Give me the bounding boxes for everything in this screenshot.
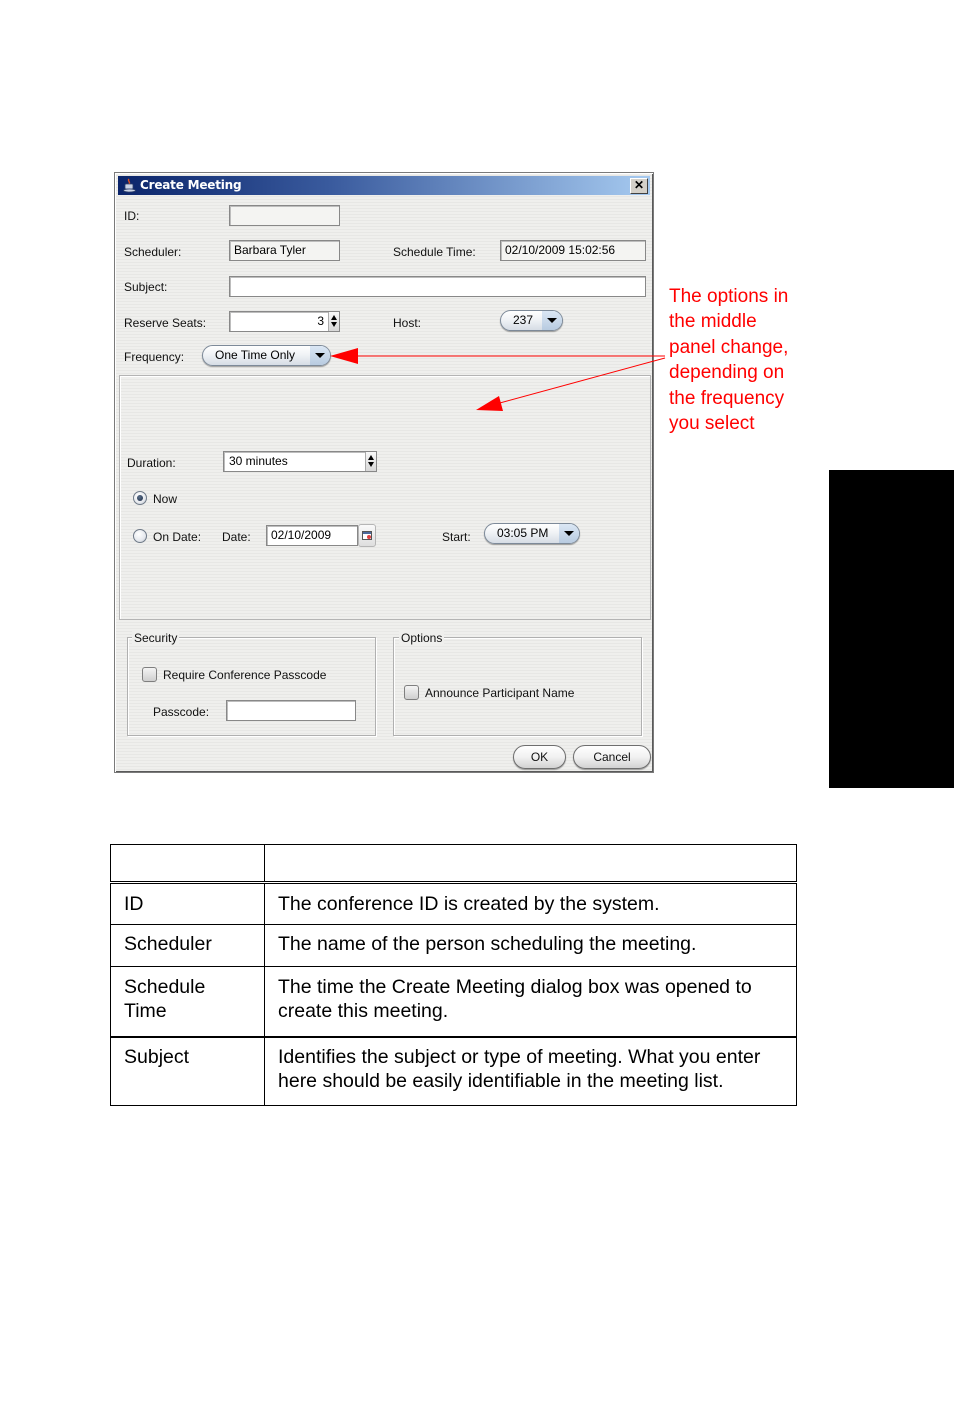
annotation-note: The options in the middle panel change, … (669, 284, 819, 436)
dialog-title: Create Meeting (140, 178, 242, 192)
host-value: 237 (513, 313, 534, 327)
reserve-seats-value: 3 (317, 314, 324, 328)
java-cup-icon (123, 178, 136, 193)
on-date-label: On Date: (153, 530, 202, 544)
annotation-line: The options in (669, 286, 789, 307)
dialog-titlebar[interactable]: Create Meeting ✕ (118, 176, 650, 195)
on-date-radio[interactable] (133, 529, 147, 543)
chevron-down-icon (547, 318, 557, 323)
table-row: ID The conference ID is created by the s… (110, 882, 797, 925)
table-cell-description: The conference ID is created by the syst… (264, 882, 797, 925)
spin-down-icon[interactable] (368, 462, 374, 467)
start-arrow-area (559, 524, 579, 543)
scheduler-label: Scheduler: (124, 245, 182, 259)
annotation-line: the frequency (669, 387, 785, 409)
cancel-button[interactable]: Cancel (573, 745, 651, 769)
spin-up-icon[interactable] (368, 455, 374, 460)
host-arrow-area (542, 311, 562, 330)
table-cell-description: Identifies the subject or type of meetin… (264, 1035, 797, 1106)
frequency-value: One Time Only (215, 348, 296, 362)
field-description-table: ID The conference ID is created by the s… (110, 844, 797, 1106)
subject-input[interactable] (229, 276, 646, 297)
frequency-options-panel: Duration: 30 minutes Now On Date: Date: … (119, 375, 651, 620)
require-passcode-checkbox[interactable] (142, 667, 157, 682)
scheduler-field: Barbara Tyler (229, 240, 340, 261)
duration-stepper[interactable] (365, 452, 376, 471)
announce-name-label: Announce Participant Name (425, 686, 575, 700)
spin-down-icon[interactable] (331, 322, 337, 327)
schedule-time-field: 02/10/2009 15:02:56 (500, 240, 646, 261)
id-label: ID: (124, 209, 140, 223)
chevron-down-icon (315, 353, 325, 358)
reserve-seats-label: Reserve Seats: (124, 316, 207, 330)
host-dropdown[interactable]: 237 (500, 310, 563, 331)
spin-up-icon[interactable] (331, 315, 337, 320)
id-field (229, 205, 340, 226)
schedule-time-label: Schedule Time: (393, 245, 476, 259)
require-passcode-label: Require Conference Passcode (163, 668, 327, 682)
start-time-value: 03:05 PM (497, 526, 549, 540)
now-radio[interactable] (133, 491, 147, 505)
table-cell-field: Schedule Time (110, 966, 265, 1037)
duration-label: Duration: (127, 456, 176, 470)
annotation-line: panel change, (669, 336, 789, 358)
date-input[interactable]: 02/10/2009 (266, 525, 358, 546)
close-button[interactable]: ✕ (630, 178, 648, 194)
passcode-input[interactable] (226, 700, 356, 721)
chevron-down-icon (564, 531, 574, 536)
start-time-dropdown[interactable]: 03:05 PM (484, 523, 580, 544)
calendar-icon (362, 531, 372, 540)
security-group-title: Security (132, 631, 180, 645)
subject-label: Subject: (124, 280, 168, 294)
create-meeting-dialog: Create Meeting ✕ ID: Scheduler: Barbara … (114, 172, 654, 773)
table-row: Subject Identifies the subject or type o… (110, 1035, 797, 1106)
security-group (127, 637, 376, 736)
table-row: Schedule Time The time the Create Meetin… (110, 966, 797, 1037)
frequency-dropdown[interactable]: One Time Only (202, 345, 331, 366)
table-cell-description: The name of the person scheduling the me… (264, 924, 797, 967)
passcode-label: Passcode: (153, 705, 210, 719)
duration-spinner[interactable]: 30 minutes (223, 451, 377, 472)
now-label: Now (153, 492, 178, 506)
close-icon: ✕ (633, 178, 645, 192)
duration-value: 30 minutes (229, 454, 288, 468)
host-label: Host: (393, 316, 422, 330)
table-cell-field: ID (110, 882, 265, 925)
calendar-button[interactable] (358, 524, 376, 547)
reserve-seats-stepper[interactable] (328, 312, 339, 331)
table-header-cell (110, 844, 265, 884)
table-cell-field: Scheduler (110, 924, 265, 967)
announce-name-checkbox[interactable] (404, 685, 419, 700)
options-group-title: Options (399, 631, 445, 645)
table-cell-description: The time the Create Meeting dialog box w… (264, 966, 797, 1037)
table-row: Scheduler The name of the person schedul… (110, 924, 797, 967)
frequency-label: Frequency: (124, 350, 185, 364)
start-label: Start: (442, 530, 471, 544)
date-label: Date: (222, 530, 251, 544)
annotation-line: the middle (669, 311, 757, 333)
table-header-row (110, 844, 797, 884)
chapter-side-tab (829, 470, 954, 788)
frequency-arrow-area (310, 346, 330, 365)
annotation-line: depending on (669, 362, 785, 384)
reserve-seats-spinner[interactable]: 3 (229, 311, 340, 332)
table-header-cell (264, 844, 797, 884)
table-cell-field: Subject (110, 1035, 265, 1106)
annotation-line: you select (669, 413, 755, 435)
ok-button[interactable]: OK (513, 745, 566, 769)
